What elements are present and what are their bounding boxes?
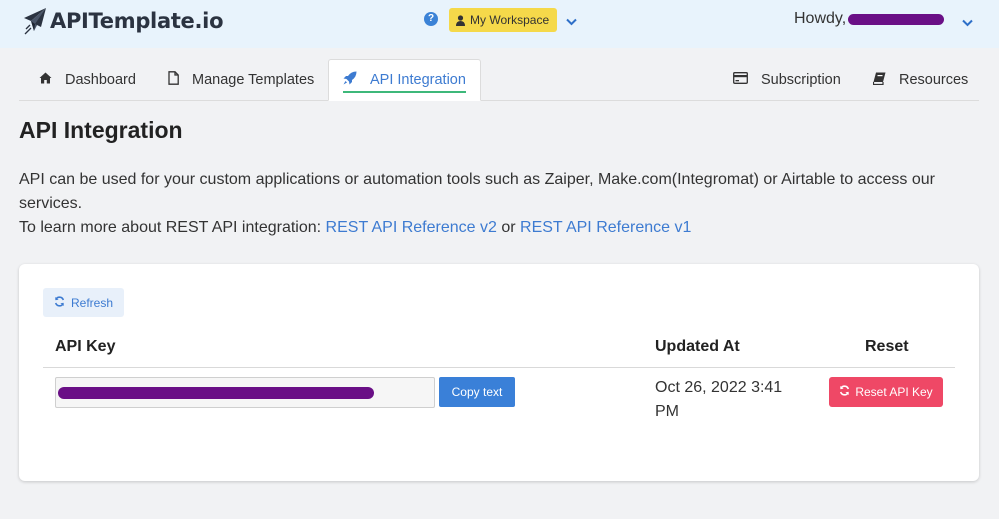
tab-api-integration[interactable]: API Integration (328, 59, 481, 101)
table-header-divider (43, 367, 955, 368)
column-header-api-key: API Key (55, 338, 116, 355)
description-line-1: API can be used for your custom applicat… (19, 171, 935, 212)
api-key-field[interactable] (55, 377, 435, 408)
api-key-card: Refresh API Key Updated At Reset Copy te… (19, 264, 979, 481)
copy-text-button[interactable]: Copy text (439, 377, 515, 407)
workspace-label: My Workspace (470, 13, 550, 27)
chevron-down-icon[interactable] (962, 14, 973, 32)
user-icon (456, 14, 465, 26)
tab-label: Dashboard (65, 72, 136, 88)
home-icon (39, 72, 65, 88)
column-header-reset: Reset (865, 338, 909, 355)
description-line-2: To learn more about REST API integration… (19, 216, 969, 240)
chevron-down-icon[interactable] (566, 13, 577, 31)
link-separator: or (496, 219, 521, 236)
book-icon (872, 72, 899, 89)
refresh-icon (54, 295, 71, 310)
description-prefix: To learn more about REST API integration… (19, 219, 326, 236)
tab-label: Subscription (761, 72, 841, 88)
refresh-button[interactable]: Refresh (43, 288, 124, 317)
redacted-username (848, 13, 945, 25)
tab-resources[interactable]: Resources (872, 59, 969, 101)
tab-label: Resources (899, 72, 969, 88)
greeting-text: Howdy, (794, 10, 847, 27)
logo[interactable]: APITemplate.io (22, 4, 224, 38)
user-greeting[interactable]: Howdy, (794, 10, 945, 28)
page-title: API Integration (19, 117, 183, 143)
refresh-icon (839, 385, 855, 399)
paper-plane-icon (22, 4, 48, 38)
reset-api-key-button[interactable]: Reset API Key (829, 377, 943, 407)
top-bar: APITemplate.io ? My Workspace Howdy, (0, 0, 999, 48)
link-rest-api-v2[interactable]: REST API Reference v2 (326, 219, 497, 236)
tab-subscription[interactable]: Subscription (733, 59, 841, 101)
redacted-api-key (58, 387, 374, 399)
rocket-icon (343, 71, 370, 89)
refresh-label: Refresh (70, 295, 114, 310)
tab-label: API Integration (370, 72, 466, 88)
workspace-button[interactable]: My Workspace (449, 8, 558, 32)
file-icon (168, 71, 192, 89)
tab-label: Manage Templates (192, 72, 315, 88)
nav-tabs: Dashboard Manage Templates API Integrati… (19, 59, 979, 101)
link-rest-api-v1[interactable]: REST API Reference v1 (520, 219, 691, 236)
credit-card-icon (733, 72, 761, 88)
column-header-updated-at: Updated At (655, 338, 740, 355)
page-description: API can be used for your custom applicat… (19, 168, 969, 240)
active-tab-indicator (343, 91, 466, 93)
logo-text: APITemplate.io (50, 9, 224, 33)
tab-dashboard[interactable]: Dashboard (39, 59, 136, 101)
updated-at-value: Oct 26, 2022 3:41 PM (655, 379, 783, 420)
question-circle-icon[interactable]: ? (424, 12, 438, 26)
reset-label: Reset API Key (855, 385, 933, 399)
tab-manage-templates[interactable]: Manage Templates (168, 59, 314, 101)
